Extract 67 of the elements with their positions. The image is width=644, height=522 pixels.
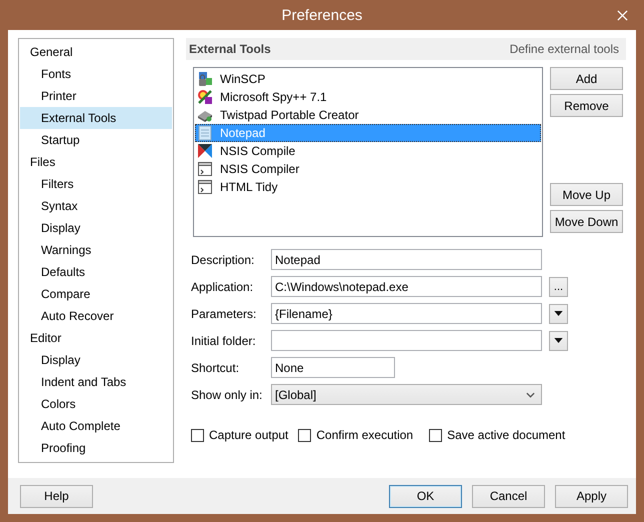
- tree-item[interactable]: General: [19, 41, 173, 63]
- tree-item[interactable]: Colors: [19, 393, 173, 415]
- notepad-icon: [197, 125, 213, 141]
- dropdown[interactable]: [Global]: [271, 384, 542, 405]
- field-label: Parameters:: [191, 306, 258, 320]
- menu-button[interactable]: [549, 330, 568, 350]
- field-label: Show only in:: [191, 388, 264, 402]
- browse-button[interactable]: ...: [549, 276, 568, 296]
- tree-item[interactable]: Display: [19, 349, 173, 371]
- tool-button[interactable]: Remove: [550, 94, 623, 117]
- checkbox-label: Capture output: [209, 428, 288, 442]
- dialog-button[interactable]: Help: [20, 484, 93, 508]
- tree-item[interactable]: Printer: [19, 85, 173, 107]
- tree-item[interactable]: Filters: [19, 173, 173, 195]
- menu-button[interactable]: [549, 304, 568, 324]
- triangle-down-icon: [554, 311, 563, 316]
- tree-item[interactable]: Proofing: [19, 437, 173, 459]
- tool-button[interactable]: Add: [550, 67, 623, 90]
- field-label: Application:: [191, 280, 254, 294]
- triangle-down-icon: [554, 338, 563, 343]
- dialog-button[interactable]: Apply: [555, 484, 628, 508]
- checkbox[interactable]: [429, 428, 442, 442]
- input-field[interactable]: [271, 330, 542, 351]
- tree-item[interactable]: External Tools: [20, 107, 172, 129]
- tree-item[interactable]: Indent and Tabs: [19, 371, 173, 393]
- spy-icon: [197, 89, 213, 105]
- checkbox-label: Confirm execution: [316, 428, 414, 442]
- tree-item[interactable]: Editor: [19, 327, 173, 349]
- console-icon: [197, 161, 213, 177]
- chevron-down-icon: [526, 392, 535, 398]
- tree-item[interactable]: Warnings: [19, 239, 173, 261]
- field-label: Shortcut:: [191, 360, 240, 374]
- tool-item[interactable]: NSIS Compile: [195, 142, 541, 160]
- tool-item[interactable]: HTML Tidy: [195, 178, 541, 196]
- tool-item[interactable]: NSIS Compiler: [195, 160, 541, 178]
- tool-button[interactable]: Move Up: [550, 183, 623, 206]
- checkbox[interactable]: [298, 428, 312, 442]
- section-title: External Tools: [189, 42, 271, 56]
- tree-item[interactable]: Fonts: [19, 63, 173, 85]
- tool-item[interactable]: WinSCP: [195, 70, 541, 88]
- dialog-button[interactable]: OK: [389, 484, 462, 508]
- tree-item[interactable]: Auto Complete: [19, 415, 173, 437]
- tree-item[interactable]: Display: [19, 217, 173, 239]
- field-label: Initial folder:: [191, 334, 257, 348]
- checkbox-label: Save active document: [447, 428, 566, 442]
- tool-button[interactable]: Move Down: [550, 210, 623, 233]
- console-icon: [197, 179, 213, 195]
- section-subtitle: Define external tools: [510, 42, 619, 56]
- input-field[interactable]: Notepad: [271, 249, 542, 270]
- tree-item[interactable]: Auto Recover: [19, 305, 173, 327]
- field-label: Description:: [191, 252, 256, 266]
- installer-icon: [197, 143, 213, 159]
- dialog-button[interactable]: Cancel: [472, 484, 545, 508]
- input-field[interactable]: {Filename}: [271, 303, 542, 324]
- input-field[interactable]: None: [271, 357, 395, 378]
- tree-item[interactable]: Files: [19, 151, 173, 173]
- tool-item[interactable]: Twistpad Portable Creator: [195, 106, 541, 124]
- server-lock-icon: [197, 71, 213, 87]
- checkbox[interactable]: [191, 428, 204, 442]
- tree-item[interactable]: Compare: [19, 283, 173, 305]
- tree-item[interactable]: Defaults: [19, 261, 173, 283]
- window-title: Preferences: [282, 6, 362, 24]
- tree-item[interactable]: Startup: [19, 129, 173, 151]
- tree-item[interactable]: Syntax: [19, 195, 173, 217]
- close-icon[interactable]: [617, 10, 628, 21]
- tool-item[interactable]: Microsoft Spy++ 7.1: [195, 88, 541, 106]
- input-field[interactable]: C:\Windows\notepad.exe: [271, 276, 542, 297]
